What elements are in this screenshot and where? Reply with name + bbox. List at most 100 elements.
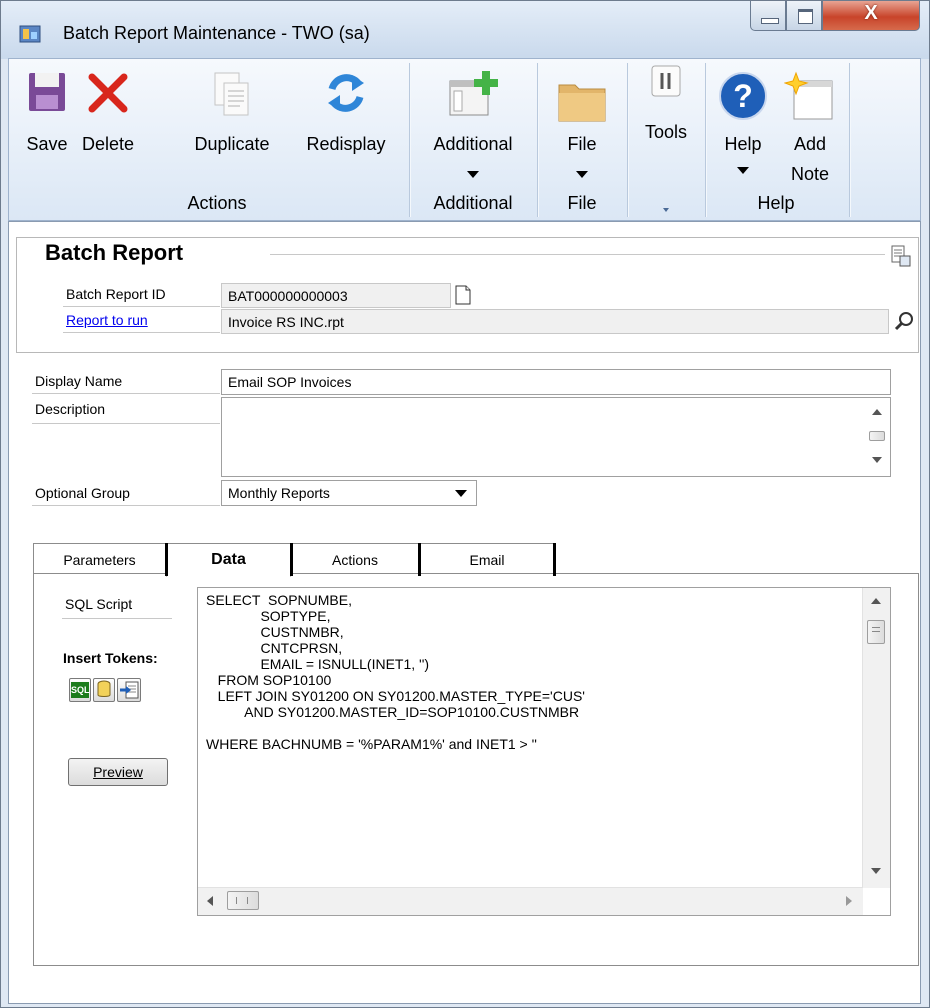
preview-button[interactable]: Preview xyxy=(68,758,168,786)
sql-token-icon: SQL xyxy=(71,682,90,698)
minimize-icon xyxy=(761,18,779,24)
description-field[interactable] xyxy=(221,397,891,477)
additional-button[interactable]: Additional xyxy=(417,59,529,191)
redisplay-label: Redisplay xyxy=(306,134,386,154)
tools-dropdown[interactable] xyxy=(631,199,701,215)
tab-data[interactable]: Data xyxy=(166,543,291,577)
delete-button[interactable]: Delete xyxy=(75,59,141,191)
insert-token-button[interactable] xyxy=(117,678,141,702)
tools-label: Tools xyxy=(644,122,688,142)
scroll-down-icon[interactable] xyxy=(871,868,881,874)
close-button[interactable]: X xyxy=(822,1,920,31)
duplicate-label: Duplicate xyxy=(194,134,270,154)
duplicate-icon xyxy=(214,72,249,116)
duplicate-button[interactable]: Duplicate xyxy=(185,59,279,191)
save-button[interactable]: Save xyxy=(21,59,73,191)
batch-report-id-label: Batch Report ID xyxy=(63,283,220,307)
maximize-icon xyxy=(798,9,813,24)
save-label: Save xyxy=(26,134,68,154)
display-name-label: Display Name xyxy=(32,370,220,394)
additional-icon xyxy=(449,71,498,116)
tab-divider xyxy=(165,543,168,576)
group-additional: Additional xyxy=(433,193,513,213)
add-note-label-add: Add xyxy=(793,134,827,154)
tab-divider xyxy=(553,543,556,576)
preview-label: Preview xyxy=(93,764,143,780)
sql-script-editor[interactable]: SELECT SOPNUMBE, SOPTYPE, CUSTNMBR, CNTC… xyxy=(197,587,891,916)
save-icon xyxy=(29,73,65,111)
tab-email[interactable]: Email xyxy=(419,543,555,576)
tab-divider xyxy=(290,543,293,576)
delete-icon xyxy=(88,73,128,113)
report-to-run-field[interactable]: Invoice RS INC.rpt xyxy=(221,309,889,334)
header-options-icon[interactable] xyxy=(891,245,911,267)
file-label: File xyxy=(567,134,597,154)
description-label: Description xyxy=(32,398,220,424)
scroll-up-icon[interactable] xyxy=(872,409,882,415)
file-button[interactable]: File xyxy=(545,59,619,191)
tab-actions[interactable]: Actions xyxy=(291,543,419,576)
maximize-button[interactable] xyxy=(786,1,822,31)
ribbon-separator xyxy=(849,63,851,217)
insert-token-icon xyxy=(120,681,139,699)
scroll-up-icon[interactable] xyxy=(871,598,881,604)
scroll-thumb[interactable] xyxy=(869,431,885,441)
ribbon-separator xyxy=(537,63,539,217)
ribbon-separator xyxy=(705,63,707,217)
dropdown-arrow-icon xyxy=(417,161,529,183)
dropdown-arrow-icon xyxy=(545,161,619,183)
help-icon: ? xyxy=(719,72,767,120)
add-note-icon xyxy=(784,71,833,120)
sql-script-label: SQL Script xyxy=(62,593,172,619)
delete-label: Delete xyxy=(81,134,135,154)
window-title: Batch Report Maintenance - TWO (sa) xyxy=(63,23,370,43)
add-note-button[interactable]: Add Note xyxy=(775,59,845,191)
app-icon xyxy=(19,25,41,43)
tools-button[interactable]: Tools xyxy=(631,59,701,191)
sql-script-text[interactable]: SELECT SOPNUMBE, SOPTYPE, CUSTNMBR, CNTC… xyxy=(206,592,585,752)
redisplay-button[interactable]: Redisplay xyxy=(294,59,398,191)
group-actions: Actions xyxy=(187,193,247,213)
dropdown-arrow-icon xyxy=(711,157,775,179)
add-note-label-note: Note xyxy=(790,164,830,184)
batch-report-id-field[interactable]: BAT000000000003 xyxy=(221,283,451,308)
tab-parameters[interactable]: Parameters xyxy=(33,543,166,576)
optional-group-select[interactable]: Monthly Reports xyxy=(221,480,477,506)
scroll-right-icon[interactable] xyxy=(846,896,852,906)
tab-divider xyxy=(418,543,421,576)
minimize-button[interactable] xyxy=(750,1,786,31)
group-help: Help xyxy=(757,193,795,213)
database-token-button[interactable] xyxy=(93,678,115,702)
optional-group-label: Optional Group xyxy=(32,482,220,506)
grip-icon xyxy=(872,627,880,632)
ribbon: Save Delete Duplicate Redisplay Addition… xyxy=(8,58,921,221)
database-token-icon xyxy=(97,680,111,697)
scroll-thumb[interactable] xyxy=(867,620,885,644)
report-to-run-link[interactable]: Report to run xyxy=(66,312,148,328)
group-file: File xyxy=(567,193,597,213)
ribbon-separator xyxy=(627,63,629,217)
redisplay-icon xyxy=(328,74,364,112)
report-to-run-label-cell: Report to run xyxy=(63,309,220,333)
scroll-left-icon[interactable] xyxy=(207,896,213,906)
tools-icon xyxy=(651,65,681,97)
help-label: Help xyxy=(724,134,762,154)
svg-text:?: ? xyxy=(733,78,753,114)
insert-tokens-label: Insert Tokens: xyxy=(63,650,158,666)
dropdown-arrow-icon[interactable] xyxy=(455,490,467,497)
scroll-down-icon[interactable] xyxy=(872,457,882,463)
sql-horizontal-scrollbar[interactable] xyxy=(198,887,863,915)
close-icon: X xyxy=(864,2,878,24)
scroll-thumb[interactable] xyxy=(227,891,259,910)
grip-icon xyxy=(236,897,248,904)
lookup-icon[interactable] xyxy=(893,310,915,332)
note-icon[interactable] xyxy=(455,285,471,305)
description-scrollbar[interactable] xyxy=(864,399,890,475)
help-button[interactable]: ? Help xyxy=(711,59,775,191)
sql-vertical-scrollbar[interactable] xyxy=(862,588,890,888)
display-name-field[interactable]: Email SOP Invoices xyxy=(221,369,891,395)
file-icon xyxy=(558,84,606,122)
sql-token-button[interactable]: SQL xyxy=(69,678,91,702)
ribbon-separator xyxy=(409,63,411,217)
header-divider xyxy=(270,254,885,255)
